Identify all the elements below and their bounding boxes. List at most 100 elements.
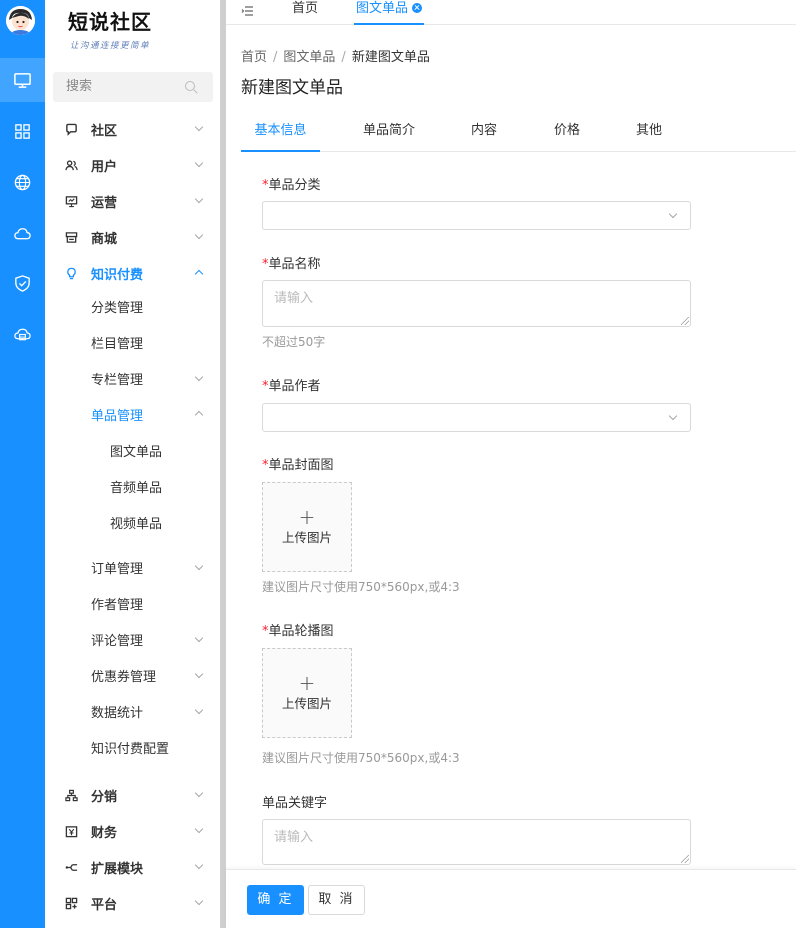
name-label: *单品名称 [262, 253, 321, 272]
chat-icon [64, 122, 78, 136]
menu-single-audio[interactable]: 音频单品 [110, 468, 162, 504]
menu-platform-label: 平台 [91, 897, 118, 913]
menu-coupon-mgmt-label: 优惠券管理 [91, 669, 157, 685]
chevron-up-icon [194, 269, 204, 279]
monitor-icon[interactable] [0, 58, 45, 102]
tab-bar: 首页 图文单品 [226, 0, 796, 25]
confirm-button[interactable]: 确 定 [247, 885, 304, 915]
menu-comment-mgmt-label: 评论管理 [91, 633, 144, 649]
form-footer: 确 定 取 消 [226, 869, 796, 928]
menu-single-mgmt[interactable]: 单品管理 [91, 396, 143, 432]
menu-knowledge-label: 知识付费 [91, 267, 144, 283]
presentation-icon [64, 194, 78, 208]
menu-author-mgmt[interactable]: 作者管理 [91, 585, 143, 621]
search-placeholder: 搜索 [66, 79, 93, 94]
keywords-placeholder: 请输入 [274, 830, 314, 845]
menu-mall[interactable]: 商城 [64, 219, 117, 255]
cover-upload-text: 上传图片 [281, 530, 332, 545]
author-label: *单品作者 [262, 375, 321, 394]
menu-users[interactable]: 用户 [64, 147, 117, 183]
menu-knowledge-config[interactable]: 知识付费配置 [91, 729, 169, 765]
category-select[interactable] [262, 201, 691, 230]
cover-label: *单品封面图 [262, 454, 334, 473]
keywords-textarea[interactable]: 请输入 [262, 819, 691, 865]
cover-upload[interactable]: + 上传图片 [262, 482, 352, 572]
menu-knowledge[interactable]: 知识付费 [64, 255, 143, 291]
menu-single-audio-label: 音频单品 [110, 480, 163, 496]
menu-finance[interactable]: 财务 [64, 813, 117, 849]
chevron-down-icon [194, 824, 204, 834]
breadcrumb-sep: / [341, 50, 346, 65]
name-placeholder: 请输入 [274, 291, 314, 306]
menu-single-mgmt-label: 单品管理 [91, 408, 144, 424]
author-select[interactable] [262, 403, 691, 432]
collapse-menu-icon[interactable] [241, 5, 253, 17]
tab-basic-info[interactable]: 基本信息 [241, 112, 320, 152]
logo-title: 短说社区 [68, 10, 152, 34]
menu-distribution-label: 分销 [91, 789, 118, 805]
icon-rail [0, 0, 45, 928]
breadcrumb-sep: / [273, 50, 278, 65]
chevron-down-icon [194, 194, 204, 204]
menu-single-video[interactable]: 视频单品 [110, 504, 162, 540]
keywords-label-text: 单品关键字 [262, 796, 328, 811]
cancel-button[interactable]: 取 消 [308, 885, 365, 915]
close-tab-icon[interactable] [412, 3, 423, 13]
tab-other[interactable]: 其他 [619, 112, 679, 152]
cloud-server-icon[interactable] [0, 312, 45, 356]
globe-icon[interactable] [0, 160, 45, 204]
menu-distribution[interactable]: 分销 [64, 777, 117, 813]
search-icon[interactable] [185, 81, 195, 91]
breadcrumb-home[interactable]: 首页 [241, 50, 267, 65]
menu-single-text[interactable]: 图文单品 [110, 432, 162, 468]
menu-single-video-label: 视频单品 [110, 516, 163, 532]
menu-community[interactable]: 社区 [64, 111, 117, 147]
menu-column-mgmt[interactable]: 栏目管理 [91, 324, 143, 360]
menu-community-label: 社区 [91, 123, 118, 139]
breadcrumb-parent[interactable]: 图文单品 [283, 50, 335, 65]
chevron-down-icon [668, 209, 678, 219]
tab-content[interactable]: 内容 [454, 112, 514, 152]
brand-logo: 短说社区 让沟通连接更简单 [45, 6, 175, 51]
chevron-down-icon [194, 860, 204, 870]
plus-icon: + [298, 505, 316, 529]
name-textarea[interactable]: 请输入 [262, 280, 691, 327]
tab-current[interactable]: 图文单品 [354, 0, 425, 25]
menu-platform[interactable]: 平台 [64, 885, 117, 921]
user-avatar[interactable] [6, 6, 35, 35]
menu-extensions[interactable]: 扩展模块 [64, 849, 143, 885]
cover-hint: 建议图片尺寸使用750*560px,或4:3 [262, 580, 460, 594]
menu-comment-mgmt[interactable]: 评论管理 [91, 621, 143, 657]
keywords-label: 单品关键字 [262, 792, 327, 811]
chevron-down-icon [194, 122, 204, 132]
menu-coupon-mgmt[interactable]: 优惠券管理 [91, 657, 156, 693]
shield-check-icon[interactable] [0, 261, 45, 305]
menu-special-mgmt[interactable]: 专栏管理 [91, 360, 143, 396]
tab-price[interactable]: 价格 [537, 112, 597, 152]
menu-order-mgmt[interactable]: 订单管理 [91, 549, 143, 585]
chevron-down-icon [194, 669, 204, 679]
search-input[interactable]: 搜索 [53, 72, 213, 102]
resize-handle-icon[interactable] [681, 317, 689, 325]
sidebar: 搜索 社区 用户 运营 商城 知识付费 分类管理 栏目管理 专栏管理 单品管理 … [45, 0, 220, 928]
author-label-text: 单品作者 [268, 379, 321, 394]
tab-home[interactable]: 首页 [292, 0, 318, 25]
lightbulb-icon [64, 266, 78, 280]
resize-handle-icon[interactable] [681, 855, 689, 863]
cloud-icon[interactable] [0, 211, 45, 255]
chevron-down-icon [194, 158, 204, 168]
tab-intro[interactable]: 单品简介 [349, 112, 429, 152]
menu-operations-label: 运营 [91, 195, 118, 211]
sidebar-scrollbar[interactable] [220, 0, 226, 928]
menu-operations[interactable]: 运营 [64, 183, 117, 219]
breadcrumb: 首页 / 图文单品 / 新建图文单品 [241, 46, 430, 65]
menu-category-mgmt[interactable]: 分类管理 [91, 288, 143, 324]
menu-finance-label: 财务 [91, 825, 118, 841]
store-icon [64, 230, 78, 244]
menu-extensions-label: 扩展模块 [91, 861, 144, 877]
menu-stats[interactable]: 数据统计 [91, 693, 143, 729]
carousel-upload[interactable]: + 上传图片 [262, 648, 352, 738]
chevron-down-icon [194, 705, 204, 715]
menu-column-mgmt-label: 栏目管理 [91, 336, 144, 352]
grid-icon[interactable] [0, 109, 45, 153]
